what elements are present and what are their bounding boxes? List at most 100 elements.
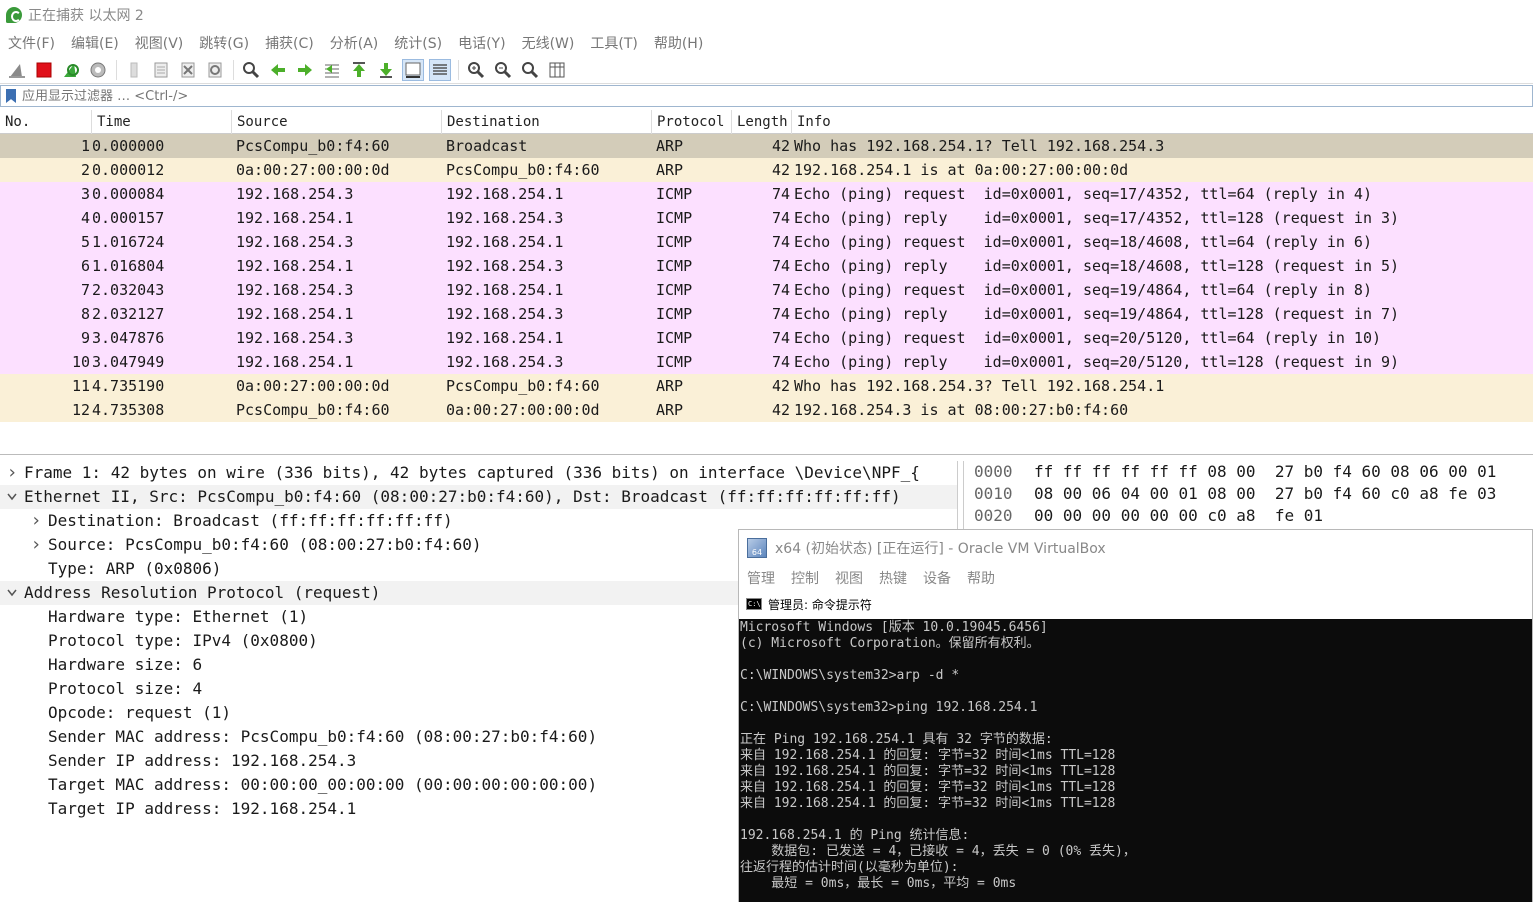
packet-row[interactable]: 7 2.032043 192.168.254.3 192.168.254.1 ICMP 7… bbox=[0, 278, 1533, 302]
bytes-row[interactable]: 0000 ff ff ff ff ff ff 08 00 27 b0 f4 60 … bbox=[964, 461, 1533, 483]
auto-scroll-icon[interactable] bbox=[402, 58, 424, 81]
filter-bookmark-icon[interactable] bbox=[6, 89, 16, 103]
detail-text: Destination: Broadcast (ff:ff:ff:ff:ff:f… bbox=[48, 511, 453, 530]
menu-edit[interactable]: 编辑(E) bbox=[71, 33, 119, 53]
packet-time: 2.032127 bbox=[92, 305, 165, 323]
packet-source: 192.168.254.1 bbox=[236, 305, 354, 323]
detail-tree-item[interactable]: Ethernet II, Src: PcsCompu_b0:f4:60 (08:… bbox=[0, 485, 957, 509]
menu-capture[interactable]: 捕获(C) bbox=[265, 33, 314, 53]
menu-telephony[interactable]: 电话(Y) bbox=[458, 33, 505, 53]
find-packet-icon[interactable] bbox=[240, 59, 262, 81]
vb-menu-control[interactable]: 控制 bbox=[791, 568, 819, 588]
packet-no: 3 bbox=[80, 185, 90, 203]
chevron-down-icon[interactable] bbox=[0, 493, 24, 501]
go-to-packet-icon[interactable] bbox=[321, 59, 343, 81]
packet-info: Who has 192.168.254.3? Tell 192.168.254.… bbox=[794, 377, 1165, 395]
bytes-offset: 0000 bbox=[974, 462, 1013, 481]
packet-row[interactable]: 9 3.047876 192.168.254.3 192.168.254.1 ICMP 7… bbox=[0, 326, 1533, 350]
virtualbox-title: x64 (初始状态) [正在运行] - Oracle VM VirtualBox bbox=[775, 541, 1106, 557]
column-header-info[interactable]: Info bbox=[792, 110, 1533, 134]
packet-row[interactable]: 1 0.000000 PcsCompu_b0:f4:60 Broadcast ARP 42… bbox=[0, 134, 1533, 158]
menu-go[interactable]: 跳转(G) bbox=[199, 33, 249, 53]
bytes-row[interactable]: 0010 08 00 06 04 00 01 08 00 27 b0 f4 60 … bbox=[964, 483, 1533, 505]
packet-length: 42 bbox=[771, 137, 790, 155]
console-line: 正在 Ping 192.168.254.1 具有 32 字节的数据: bbox=[740, 732, 1053, 747]
console-line: (c) Microsoft Corporation。保留所有权利。 bbox=[740, 636, 1040, 651]
display-filter-input[interactable] bbox=[22, 88, 622, 104]
packet-destination: 192.168.254.1 bbox=[446, 329, 564, 347]
menu-wireless[interactable]: 无线(W) bbox=[522, 33, 575, 53]
packet-info: Echo (ping) reply id=0x0001, seq=20/5120… bbox=[794, 353, 1400, 371]
open-file-icon[interactable] bbox=[123, 59, 145, 81]
column-header-length[interactable]: Length bbox=[732, 109, 792, 134]
packet-row[interactable]: 4 0.000157 192.168.254.1 192.168.254.3 ICMP 7… bbox=[0, 206, 1533, 230]
vb-menu-devices[interactable]: 设备 bbox=[923, 568, 951, 588]
zoom-in-icon[interactable] bbox=[465, 59, 487, 81]
packet-time: 1.016804 bbox=[92, 257, 165, 275]
menu-statistics[interactable]: 统计(S) bbox=[394, 33, 442, 53]
resize-columns-icon[interactable] bbox=[546, 59, 568, 81]
packet-row[interactable]: 5 1.016724 192.168.254.3 192.168.254.1 ICMP 7… bbox=[0, 230, 1533, 254]
packet-length: 42 bbox=[771, 377, 790, 395]
go-back-icon[interactable] bbox=[267, 59, 289, 81]
packet-row[interactable]: 2 0.000012 0a:00:27:00:00:0d PcsCompu_b0:f4… bbox=[0, 158, 1533, 182]
colorize-icon[interactable] bbox=[429, 58, 451, 81]
packet-row[interactable]: 11 4.735190 0a:00:27:00:00:0d PcsCompu_b0:f… bbox=[0, 374, 1533, 398]
column-header-protocol[interactable]: Protocol bbox=[652, 109, 732, 134]
vb-menu-hotkeys[interactable]: 热键 bbox=[879, 568, 907, 588]
vb-menu-view[interactable]: 视图 bbox=[835, 568, 863, 588]
window-titlebar: 正在捕获 以太网 2 bbox=[0, 0, 1533, 30]
chevron-right-icon[interactable]: › bbox=[24, 509, 48, 533]
column-header-source[interactable]: Source bbox=[232, 109, 442, 134]
zoom-out-icon[interactable] bbox=[492, 59, 514, 81]
close-file-icon[interactable] bbox=[177, 59, 199, 81]
packet-time: 3.047876 bbox=[92, 329, 165, 347]
menu-help[interactable]: 帮助(H) bbox=[654, 33, 703, 53]
go-forward-icon[interactable] bbox=[294, 59, 316, 81]
column-header-destination[interactable]: Destination bbox=[442, 109, 652, 134]
column-header-no[interactable]: No. bbox=[0, 109, 92, 134]
chevron-right-icon[interactable]: › bbox=[24, 533, 48, 557]
packet-length: 74 bbox=[771, 233, 790, 251]
packet-row[interactable]: 12 4.735308 PcsCompu_b0:f4:60 0a:00:27:00:0… bbox=[0, 398, 1533, 422]
detail-text: Protocol size: 4 bbox=[48, 679, 203, 698]
console-line: 来自 192.168.254.1 的回复: 字节=32 时间<1ms TTL=1… bbox=[740, 764, 1116, 779]
vb-menu-machine[interactable]: 管理 bbox=[747, 568, 775, 588]
packet-row[interactable]: 6 1.016804 192.168.254.1 192.168.254.3 ICMP 7… bbox=[0, 254, 1533, 278]
zoom-normal-icon[interactable] bbox=[519, 59, 541, 81]
console-line: 来自 192.168.254.1 的回复: 字节=32 时间<1ms TTL=1… bbox=[740, 748, 1116, 763]
menu-view[interactable]: 视图(V) bbox=[135, 33, 184, 53]
packet-source: PcsCompu_b0:f4:60 bbox=[236, 137, 390, 155]
menu-file[interactable]: 文件(F) bbox=[8, 33, 55, 53]
console-line: Microsoft Windows [版本 10.0.19045.6456] bbox=[740, 620, 1048, 635]
shark-fin-start-icon[interactable] bbox=[6, 59, 28, 81]
menu-tools[interactable]: 工具(T) bbox=[590, 33, 637, 53]
packet-row[interactable]: 10 3.047949 192.168.254.1 192.168.254.3 ICMP… bbox=[0, 350, 1533, 374]
go-last-icon[interactable] bbox=[375, 59, 397, 81]
detail-text: Ethernet II, Src: PcsCompu_b0:f4:60 (08:… bbox=[24, 487, 901, 506]
detail-tree-item[interactable]: › Frame 1: 42 bytes on wire (336 bits), 4… bbox=[0, 461, 957, 485]
packet-info: Echo (ping) request id=0x0001, seq=17/43… bbox=[794, 185, 1372, 203]
reload-file-icon[interactable] bbox=[204, 59, 226, 81]
packet-row[interactable]: 3 0.000084 192.168.254.3 192.168.254.1 ICMP 7… bbox=[0, 182, 1533, 206]
packet-row[interactable]: 8 2.032127 192.168.254.1 192.168.254.3 ICMP 7… bbox=[0, 302, 1533, 326]
vb-menu-help[interactable]: 帮助 bbox=[967, 568, 995, 588]
packet-source: 192.168.254.3 bbox=[236, 185, 354, 203]
capture-options-icon[interactable] bbox=[87, 59, 109, 81]
window-title: 正在捕获 以太网 2 bbox=[28, 8, 144, 24]
packet-no: 2 bbox=[80, 161, 90, 179]
menu-analyze[interactable]: 分析(A) bbox=[330, 33, 379, 53]
save-file-icon[interactable] bbox=[150, 59, 172, 81]
packet-no: 5 bbox=[80, 233, 90, 251]
go-first-icon[interactable] bbox=[348, 59, 370, 81]
chevron-right-icon[interactable]: › bbox=[0, 461, 24, 485]
restart-capture-icon[interactable] bbox=[60, 59, 82, 81]
virtualbox-menu: 管理 控制 视图 热键 设备 帮助 bbox=[739, 566, 1532, 590]
bytes-row[interactable]: 0020 00 00 00 00 00 00 c0 a8 fe 01 bbox=[964, 505, 1533, 527]
cmd-console[interactable]: Microsoft Windows [版本 10.0.19045.6456] (c… bbox=[739, 619, 1532, 902]
chevron-down-icon[interactable] bbox=[0, 589, 24, 597]
column-header-time[interactable]: Time bbox=[92, 109, 232, 134]
packet-no: 8 bbox=[80, 305, 90, 323]
main-toolbar bbox=[0, 56, 1533, 84]
stop-capture-icon[interactable] bbox=[33, 59, 55, 81]
